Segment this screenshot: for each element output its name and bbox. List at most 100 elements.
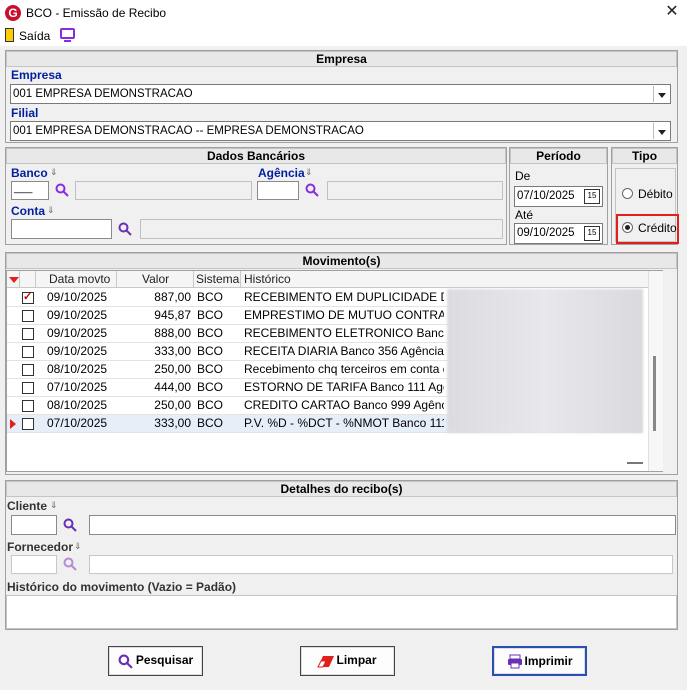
col-header-system[interactable]: Sistema [196,271,239,287]
conta-name-field [140,219,503,239]
chevron-down-icon[interactable] [653,123,669,139]
app-logo-icon: G [5,5,21,21]
cell-value: 444,00 [154,380,191,394]
scrollbar-thumb[interactable] [653,356,656,431]
cell-history: Recebimento chq terceiros em conta caixa [244,362,444,376]
pesquisar-button[interactable]: Pesquisar [108,646,203,676]
pesquisar-label: Pesquisar [135,653,194,667]
cell-value: 333,00 [154,416,191,430]
window-title: BCO - Emissão de Recibo [26,6,167,20]
cell-history: ESTORNO DE TARIFA Banco 111 Agênci [244,380,444,394]
de-label: De [515,169,531,183]
close-icon[interactable]: ✕ [662,2,682,22]
filter-arrow-icon: ⇓ [74,541,82,551]
date-to-value: 09/10/2025 [517,227,575,239]
cell-value: 250,00 [154,398,191,412]
row-checkbox[interactable] [22,418,34,430]
cell-value: 888,00 [154,326,191,340]
date-to-input[interactable]: 09/10/2025 15 [514,223,603,244]
imprimir-label: Imprimir [524,654,573,668]
cell-system: BCO [197,398,224,412]
debito-radio[interactable] [622,188,633,199]
agencia-name-field [327,181,503,200]
col-header-value[interactable]: Valor [142,271,169,287]
cell-date: 09/10/2025 [47,290,108,304]
cell-date: 09/10/2025 [47,326,108,340]
eraser-icon [317,656,334,668]
conta-label: Conta [11,204,45,218]
credito-label[interactable]: Crédito [638,221,677,235]
date-from-input[interactable]: 07/10/2025 15 [514,186,603,207]
limpar-label: Limpar [336,653,377,667]
row-checkbox[interactable] [22,400,34,412]
search-icon[interactable] [118,222,132,236]
exit-door-icon[interactable] [5,28,14,42]
dados-bancarios-header: Dados Bancários [6,148,506,164]
cell-date: 07/10/2025 [47,380,108,394]
cell-date: 09/10/2025 [47,344,108,358]
search-icon[interactable] [63,518,77,532]
banco-code-input[interactable]: ___ [11,181,49,200]
row-checkbox[interactable] [22,310,34,322]
filter-arrow-icon: ⇓ [305,167,313,177]
calendar-icon[interactable]: 15 [584,189,600,204]
col-header-date[interactable]: Data movto [49,271,110,287]
cell-history: P.V. %D - %DCT - %NMOT Banco 111 Ag [244,416,444,430]
agencia-code-input[interactable] [257,181,299,200]
cell-system: BCO [197,362,224,376]
sort-arrow-icon[interactable] [9,277,19,283]
cell-history: RECEBIMENTO EM DUPLICIDADE DOCU [244,290,444,304]
cliente-name-field[interactable] [89,515,676,535]
cell-value: 250,00 [154,362,191,376]
banco-name-field [75,181,252,200]
cliente-label: Cliente [7,499,48,513]
cell-date: 07/10/2025 [47,416,108,430]
limpar-button[interactable]: Limpar [300,646,395,676]
agencia-label: Agência [258,166,305,180]
calendar-icon[interactable]: 15 [584,226,600,241]
cell-date: 08/10/2025 [47,398,108,412]
search-icon [118,654,133,669]
search-icon[interactable] [305,183,319,197]
current-row-indicator-icon [10,419,16,429]
cliente-code-input[interactable] [11,515,57,535]
fornecedor-name-field[interactable] [89,555,673,574]
historico-textarea[interactable] [6,595,677,629]
filter-arrow-icon: ⇓ [50,167,58,177]
empresa-select[interactable]: 001 EMPRESA DEMONSTRACAO [10,84,671,104]
row-checkbox[interactable] [22,364,34,376]
ate-label: Até [515,208,534,222]
banco-label: Banco [11,166,48,180]
movimentos-grid[interactable]: Data movto Valor Sistema Histórico 09/10… [6,270,663,472]
col-header-history[interactable]: Histórico [244,271,291,287]
movimentos-header: Movimento(s) [6,253,677,269]
row-checkbox[interactable] [22,382,34,394]
banco-code-value: ___ [14,182,33,194]
monitor-stand-icon [64,40,71,42]
cell-value: 945,87 [154,308,191,322]
empresa-label: Empresa [11,68,62,82]
filial-label: Filial [11,106,39,120]
search-icon[interactable] [55,183,69,197]
row-checkbox[interactable] [22,328,34,340]
resize-handle[interactable] [627,462,643,464]
menu-exit[interactable]: Saída [19,29,50,43]
cell-value: 333,00 [154,344,191,358]
monitor-icon[interactable] [60,28,75,39]
cell-system: BCO [197,290,224,304]
fornecedor-label: Fornecedor [7,540,74,554]
cell-date: 08/10/2025 [47,362,108,376]
row-checkbox[interactable] [22,346,34,358]
imprimir-button[interactable]: Imprimir [492,646,587,676]
conta-code-input[interactable] [11,219,112,239]
debito-label[interactable]: Débito [638,187,673,201]
credito-radio[interactable] [622,222,633,233]
search-icon[interactable] [63,557,77,571]
historico-label: Histórico do movimento (Vazio = Padão) [7,580,237,594]
row-checkbox[interactable] [22,289,34,306]
cell-system: BCO [197,416,224,430]
filial-select[interactable]: 001 EMPRESA DEMONSTRACAO -- EMPRESA DEMO… [10,121,671,141]
chevron-down-icon[interactable] [653,86,669,102]
fornecedor-code-input[interactable] [11,555,57,574]
cell-history: RECEITA DIARIA Banco 356 Agência 002 [244,344,444,358]
